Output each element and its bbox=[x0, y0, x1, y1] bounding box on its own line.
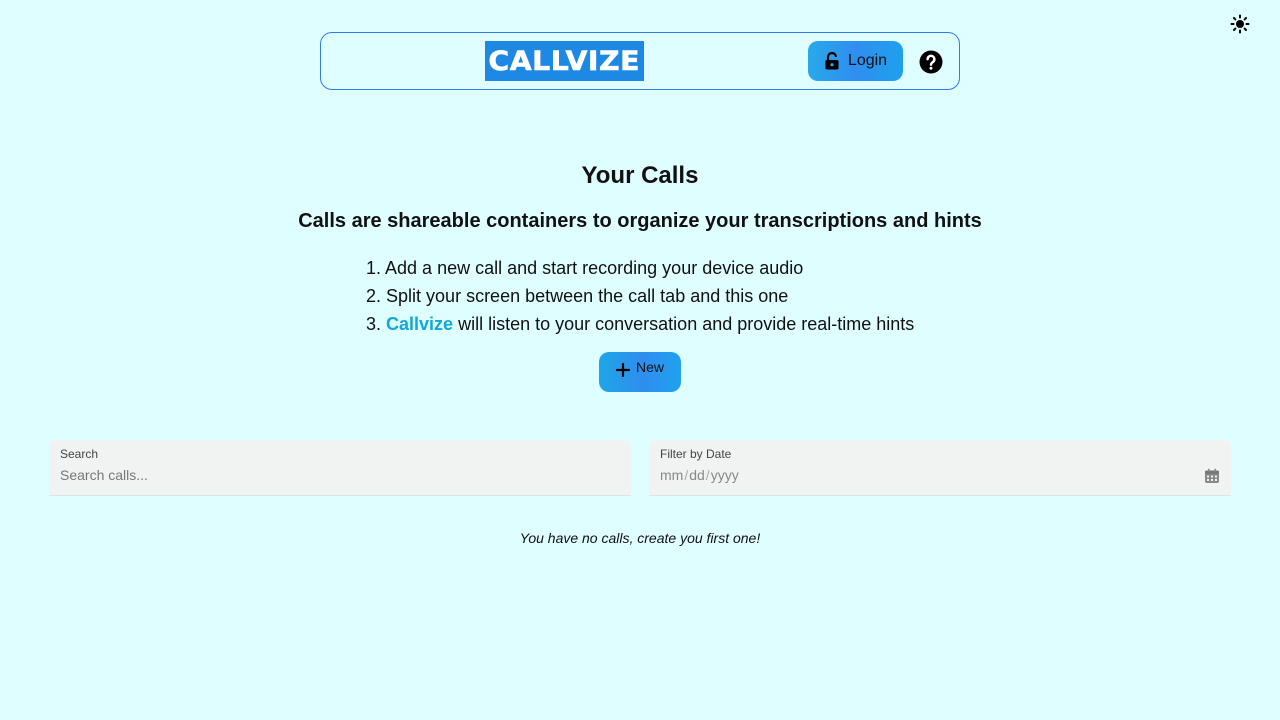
theme-toggle-button[interactable] bbox=[1228, 12, 1252, 36]
unlock-icon bbox=[825, 52, 839, 70]
date-separator: / bbox=[684, 467, 689, 483]
page-title: Your Calls bbox=[581, 162, 699, 189]
date-month-segment[interactable]: mm bbox=[660, 467, 683, 483]
date-separator: / bbox=[705, 467, 710, 483]
plus-icon bbox=[615, 363, 630, 377]
logo-text: CALLVIZE bbox=[488, 45, 641, 77]
step-number: 2. bbox=[366, 286, 382, 306]
question-circle-icon bbox=[919, 50, 943, 74]
date-filter-label: Filter by Date bbox=[660, 447, 732, 461]
empty-state-message: You have no calls, create you first one! bbox=[519, 530, 761, 546]
new-call-button[interactable]: New bbox=[599, 352, 681, 392]
callvize-logo[interactable]: CALLVIZE bbox=[485, 41, 644, 81]
step-number: 1. bbox=[366, 258, 382, 278]
search-field: Search bbox=[49, 440, 631, 496]
instructions-list: 1. Add a new call and start recording yo… bbox=[366, 254, 914, 338]
help-button[interactable] bbox=[919, 50, 943, 74]
date-input[interactable]: mm/dd/yyyy bbox=[660, 467, 739, 483]
instruction-step: 2. Split your screen between the call ta… bbox=[366, 282, 914, 310]
search-input[interactable] bbox=[60, 465, 580, 485]
step-text: Add a new call and start recording your … bbox=[385, 258, 804, 278]
date-filter-field: Filter by Date mm/dd/yyyy bbox=[649, 440, 1231, 496]
step-text: will listen to your conversation and pro… bbox=[458, 314, 915, 334]
calendar-icon[interactable] bbox=[1204, 468, 1220, 484]
date-day-segment[interactable]: dd bbox=[689, 467, 705, 483]
search-label: Search bbox=[60, 447, 99, 461]
login-label: Login bbox=[847, 52, 888, 69]
step-number: 3. bbox=[366, 314, 382, 334]
step-text: Split your screen between the call tab a… bbox=[386, 286, 789, 306]
login-button[interactable]: Login bbox=[808, 41, 903, 81]
new-button-label: New bbox=[635, 359, 664, 375]
date-year-segment[interactable]: yyyy bbox=[711, 467, 739, 483]
sun-icon bbox=[1230, 14, 1250, 34]
instruction-step: 3. Callvize will listen to your conversa… bbox=[366, 310, 914, 338]
top-header: CALLVIZE Login bbox=[320, 32, 960, 90]
page-subtitle: Calls are shareable containers to organi… bbox=[298, 210, 982, 232]
instruction-step: 1. Add a new call and start recording yo… bbox=[366, 254, 914, 282]
callvize-brand-link[interactable]: Callvize bbox=[386, 314, 453, 334]
